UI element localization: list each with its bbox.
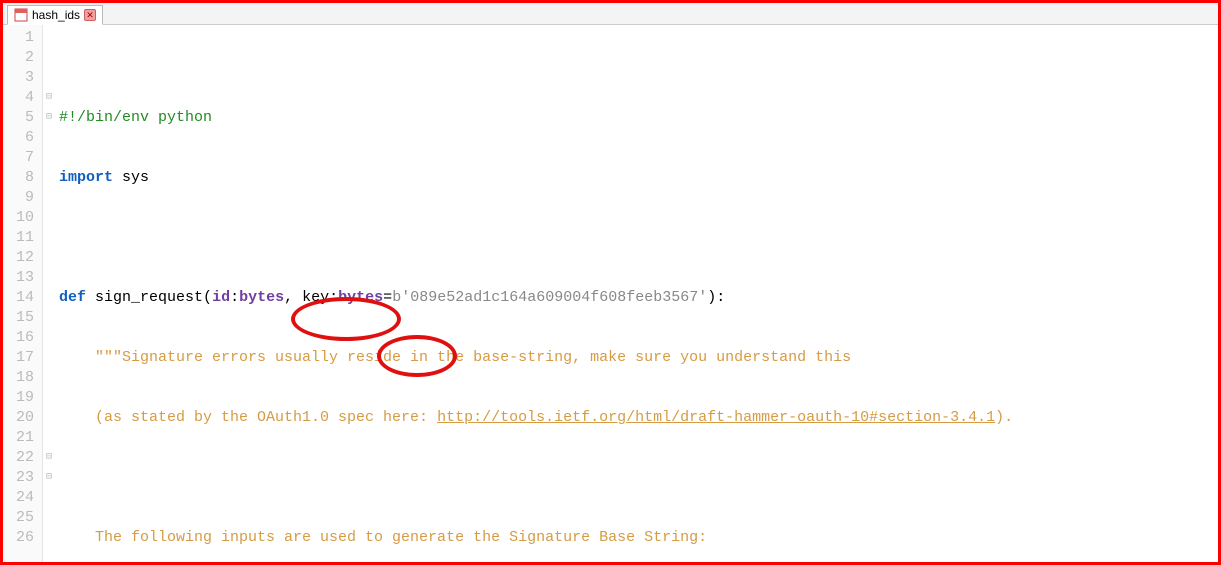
- file-tab-hash-ids[interactable]: hash_ids ✕: [7, 5, 103, 25]
- type-bytes: bytes: [239, 289, 284, 306]
- colon: :: [230, 289, 239, 306]
- fold-marker[interactable]: ⊟: [43, 88, 55, 108]
- shebang-line: #!/bin/env python: [59, 109, 212, 126]
- paren: (: [203, 289, 212, 306]
- file-icon: [14, 8, 28, 22]
- docstring-link[interactable]: http://tools.ietf.org/html/draft-hammer-…: [437, 409, 995, 426]
- tab-bar: hash_ids ✕: [3, 3, 1218, 25]
- docstring: """Signature errors usually reside in th…: [59, 349, 851, 366]
- fold-marker[interactable]: ⊟: [43, 108, 55, 128]
- param-key: key: [302, 289, 329, 306]
- fold-column: ⊟ ⊟ ⊟ ⊟: [43, 25, 55, 562]
- fold-marker[interactable]: ⊟: [43, 468, 55, 488]
- paren: ):: [707, 289, 725, 306]
- docstring: The following inputs are used to generat…: [59, 529, 707, 546]
- kw-import: import: [59, 169, 113, 186]
- fold-marker[interactable]: ⊟: [43, 448, 55, 468]
- code-area[interactable]: #!/bin/env python import sys def sign_re…: [55, 25, 1218, 562]
- module-sys: sys: [113, 169, 149, 186]
- bytes-literal: b'089e52ad1c164a609004f608feeb3567': [392, 289, 707, 306]
- type-bytes: bytes: [338, 289, 383, 306]
- param-id: id: [212, 289, 230, 306]
- code-editor[interactable]: 123456789 1011121314151617 1819202122232…: [3, 25, 1218, 562]
- docstring: ).: [995, 409, 1013, 426]
- func-name: sign_request: [86, 289, 203, 306]
- tab-label: hash_ids: [32, 8, 80, 22]
- comma: ,: [284, 289, 302, 306]
- editor-window: hash_ids ✕ 123456789 1011121314151617 18…: [0, 0, 1221, 565]
- eq: =: [383, 289, 392, 306]
- colon: :: [329, 289, 338, 306]
- docstring: (as stated by the OAuth1.0 spec here:: [59, 409, 437, 426]
- line-number-gutter: 123456789 1011121314151617 1819202122232…: [3, 25, 43, 562]
- close-icon[interactable]: ✕: [84, 9, 96, 21]
- kw-def: def: [59, 289, 86, 306]
